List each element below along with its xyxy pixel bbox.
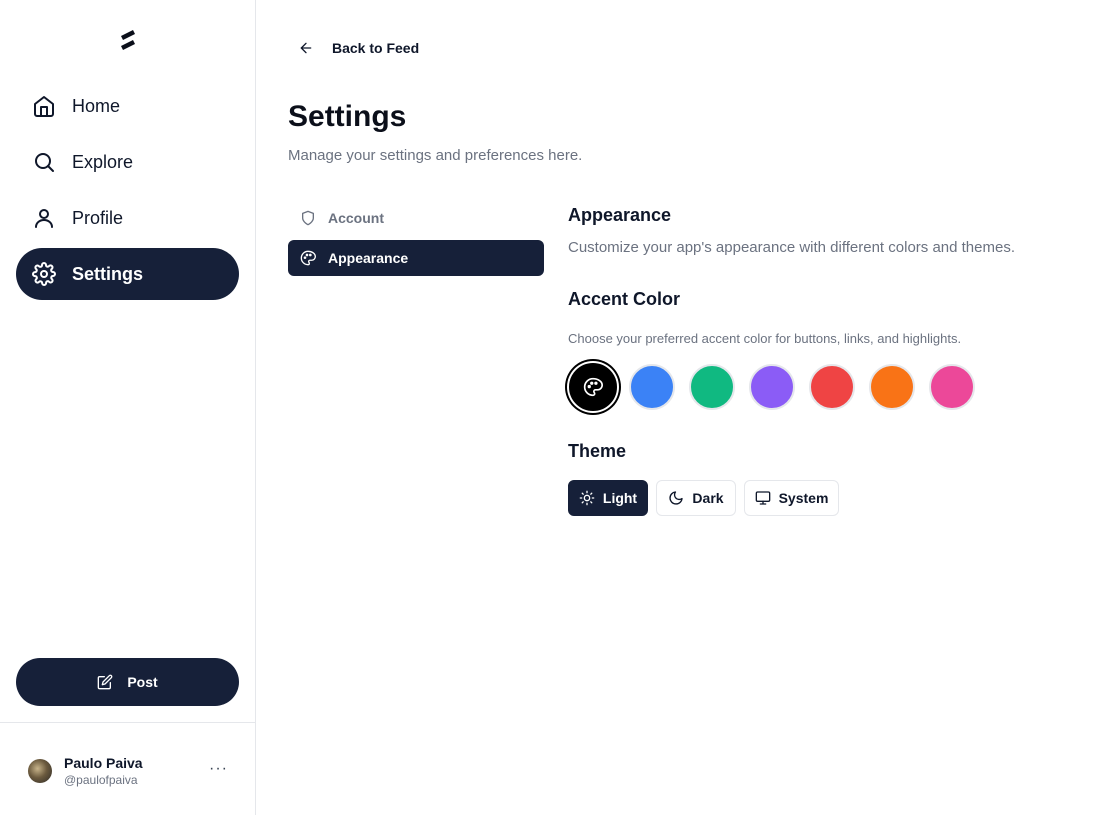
accent-swatch-red[interactable] [809,364,855,410]
user-handle: @paulofpaiva [64,773,138,787]
accent-swatch-purple[interactable] [749,364,795,410]
back-to-feed-link[interactable]: Back to Feed [298,40,419,56]
app-logo-icon[interactable] [115,27,141,53]
theme-system-button[interactable]: System [744,480,839,516]
accent-swatch-orange[interactable] [869,364,915,410]
accent-swatch-black[interactable] [569,363,617,411]
gear-icon [32,262,56,286]
home-icon [32,94,56,118]
theme-dark-label: Dark [692,490,724,506]
tab-appearance[interactable]: Appearance [288,240,544,276]
back-to-feed-label: Back to Feed [332,40,420,56]
nav-item-home[interactable]: Home [16,80,239,132]
nav-item-profile[interactable]: Profile [16,192,239,244]
accent-swatch-pink[interactable] [929,364,975,410]
arrow-left-icon [298,40,314,56]
tab-label: Account [328,210,384,226]
user-card[interactable]: Paulo Paiva @paulofpaiva ··· [28,752,238,790]
accent-color-description: Choose your preferred accent color for b… [568,331,962,346]
tab-account[interactable]: Account [288,200,544,236]
tab-label: Appearance [328,250,409,266]
page-subtitle: Manage your settings and preferences her… [288,147,583,164]
theme-light-button[interactable]: Light [568,480,648,516]
theme-system-label: System [778,490,829,506]
theme-title: Theme [568,441,627,461]
accent-color-title: Accent Color [568,289,681,309]
user-icon [32,206,56,230]
search-icon [32,150,56,174]
page-title: Settings [288,100,407,133]
user-name: Paulo Paiva [64,755,143,771]
monitor-icon [755,490,771,506]
palette-icon [300,250,316,266]
post-button[interactable]: Post [16,658,239,706]
accent-swatch-green[interactable] [689,364,735,410]
moon-icon [668,490,684,506]
edit-icon [97,674,113,690]
nav-item-settings[interactable]: Settings [16,248,239,300]
appearance-title: Appearance [568,205,672,225]
theme-dark-button[interactable]: Dark [656,480,736,516]
avatar[interactable] [28,759,52,783]
theme-light-label: Light [602,490,638,506]
accent-swatch-blue[interactable] [629,364,675,410]
nav-item-explore[interactable]: Explore [16,136,239,188]
sidebar: Home Explore Profile Settings Post Paulo… [0,0,256,815]
shield-icon [300,210,316,226]
palette-icon [583,377,603,397]
appearance-description: Customize your app's appearance with dif… [568,239,1015,256]
sun-icon [579,490,595,506]
nav-item-label: Home [72,95,121,116]
nav-item-label: Explore [72,151,134,172]
post-button-label: Post [127,674,158,690]
nav-item-label: Profile [72,207,124,228]
more-options-icon[interactable]: ··· [209,760,228,778]
nav-item-label: Settings [72,263,144,284]
divider [0,722,256,723]
